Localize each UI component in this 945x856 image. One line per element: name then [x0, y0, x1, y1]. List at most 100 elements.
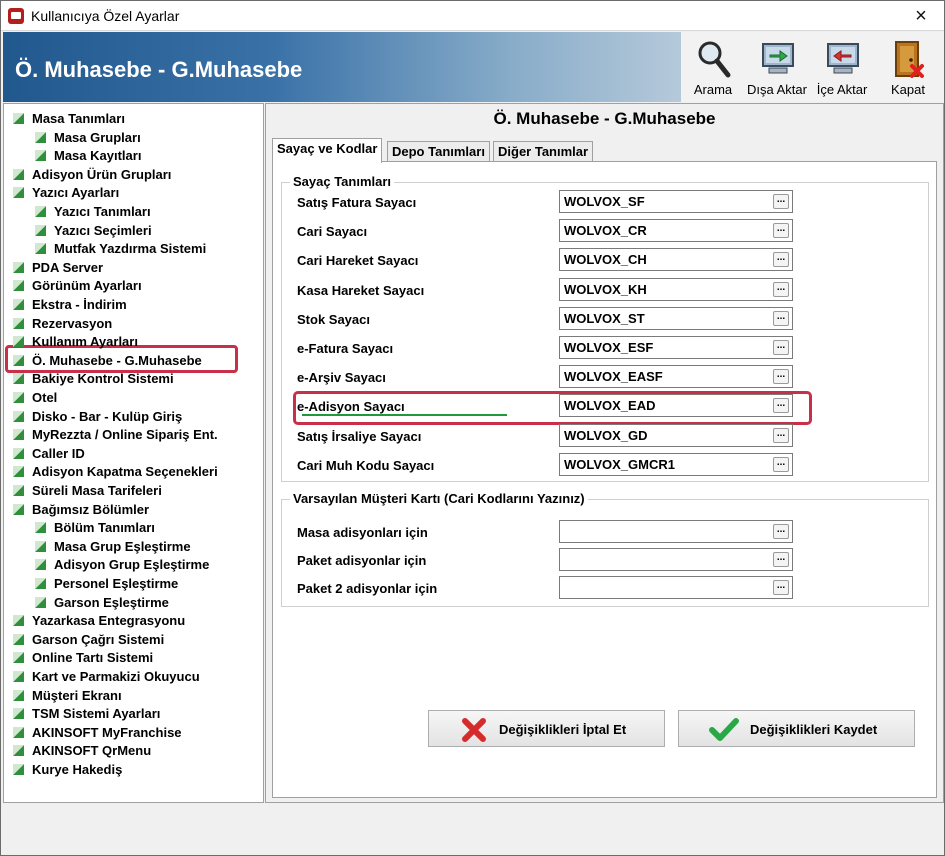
tree-item-label: Adisyon Kapatma Seçenekleri [32, 464, 218, 480]
ellipsis-button[interactable]: ... [773, 456, 789, 472]
tree-item[interactable]: Ö. Muhasebe - G.Muhasebe [12, 352, 202, 370]
counter-input[interactable]: WOLVOX_SF... [559, 190, 793, 213]
panel-title: Ö. Muhasebe - G.Muhasebe [266, 104, 943, 134]
search-button[interactable]: Arama [683, 36, 743, 98]
ellipsis-button[interactable]: ... [773, 369, 789, 385]
tree-item-label: Caller ID [32, 445, 85, 461]
counter-input[interactable]: WOLVOX_ST... [559, 306, 793, 330]
field-value: WOLVOX_ESF [564, 340, 654, 355]
tree-item[interactable]: Personel Eşleştirme [34, 575, 178, 593]
tree-item[interactable]: AKINSOFT MyFranchise [12, 724, 182, 742]
tree-item[interactable]: Masa Tanımları [12, 110, 125, 128]
import-button[interactable]: İçe Aktar [812, 36, 872, 98]
tree-item[interactable]: Kullanım Ayarları [12, 333, 138, 351]
tree-item-label: Adisyon Grup Eşleştirme [54, 557, 210, 573]
tree-item[interactable]: Ekstra - İndirim [12, 296, 127, 314]
tree-node-icon [13, 466, 24, 478]
counter-input[interactable]: WOLVOX_CR... [559, 219, 793, 243]
ellipsis-button[interactable]: ... [773, 194, 789, 209]
counter-input[interactable]: WOLVOX_CH... [559, 248, 793, 272]
tree-item[interactable]: Kurye Hakediş [12, 761, 122, 779]
cancel-changes-button[interactable]: Değişiklikleri İptal Et [428, 710, 665, 747]
counter-input[interactable]: WOLVOX_EAD... [559, 394, 793, 418]
tree-item[interactable]: Masa Grupları [34, 129, 141, 147]
green-check-icon [709, 718, 739, 741]
tree-item-label: Ö. Muhasebe - G.Muhasebe [32, 352, 202, 368]
export-button[interactable]: Dışa Aktar [747, 36, 807, 98]
tree-node-icon [35, 131, 46, 143]
ellipsis-button[interactable]: ... [773, 340, 789, 355]
tree-item[interactable]: Yazıcı Seçimleri [34, 222, 152, 240]
tree-item[interactable]: Garson Eşleştirme [34, 594, 169, 612]
field-label: Masa adisyonları için [297, 525, 428, 540]
tree-item[interactable]: Otel [12, 389, 57, 407]
ellipsis-button[interactable]: ... [773, 281, 789, 297]
counter-input[interactable]: WOLVOX_KH... [559, 277, 793, 301]
tree-item[interactable]: Masa Kayıtları [34, 147, 141, 165]
tree-item[interactable]: Bağımsız Bölümler [12, 501, 149, 519]
tree-item[interactable]: Garson Çağrı Sistemi [12, 631, 164, 649]
counter-input[interactable]: WOLVOX_GMCR1... [559, 452, 793, 476]
tree-item[interactable]: TSM Sistemi Ayarları [12, 705, 160, 723]
tree-item[interactable]: Süreli Masa Tarifeleri [12, 482, 162, 500]
tree-item-label: Görünüm Ayarları [32, 278, 142, 294]
tab-other[interactable]: Diğer Tanımlar [493, 141, 594, 162]
field-label: Cari Hareket Sayacı [297, 253, 419, 269]
field-value: WOLVOX_CH [564, 252, 647, 268]
tree-item[interactable]: Mutfak Yazdırma Sistemi [34, 240, 206, 258]
tree-item[interactable]: Kart ve Parmakizi Okuyucu [12, 668, 200, 686]
tree-item[interactable]: Adisyon Grup Eşleştirme [34, 556, 209, 574]
tree-item[interactable]: Caller ID [12, 445, 85, 463]
field-label: Satış Fatura Sayacı [297, 195, 417, 210]
field-value: WOLVOX_GMCR1 [564, 456, 675, 472]
tree-item[interactable]: Online Tartı Sistemi [12, 649, 153, 667]
save-changes-button[interactable]: Değişiklikleri Kaydet [678, 710, 915, 747]
tree-item[interactable]: Bölüm Tanımları [34, 519, 155, 537]
ellipsis-button[interactable]: ... [773, 524, 789, 539]
ellipsis-button[interactable]: ... [773, 223, 789, 239]
tree-node-icon [13, 261, 24, 273]
counter-input[interactable]: ... [559, 548, 793, 571]
tree-item[interactable]: PDA Server [12, 259, 103, 277]
ellipsis-button[interactable]: ... [773, 252, 789, 268]
tree-node-icon [35, 206, 46, 217]
close-window-button[interactable]: × [898, 1, 944, 31]
field-label: Cari Sayacı [297, 224, 368, 240]
field-value: WOLVOX_CR [564, 223, 647, 239]
tree-item[interactable]: Görünüm Ayarları [12, 277, 142, 295]
tree-node-icon [13, 299, 24, 310]
ellipsis-button[interactable]: ... [773, 427, 789, 443]
tree-item[interactable]: AKINSOFT QrMenu [12, 742, 151, 760]
counter-input[interactable]: ... [559, 576, 793, 599]
tree-node-icon [35, 243, 46, 255]
tree-node-icon [13, 689, 24, 701]
tree-item[interactable]: Disko - Bar - Kulüp Giriş [12, 408, 182, 426]
counter-input[interactable]: ... [559, 520, 793, 543]
tab-counters-codes[interactable]: Sayaç ve Kodlar [272, 138, 383, 163]
tree-item-label: AKINSOFT MyFranchise [32, 724, 182, 740]
tree-item[interactable]: Bakiye Kontrol Sistemi [12, 370, 174, 388]
ellipsis-button[interactable]: ... [773, 398, 789, 414]
tree-item[interactable]: Masa Grup Eşleştirme [34, 538, 191, 556]
counter-input[interactable]: WOLVOX_ESF... [559, 336, 793, 359]
tree-item[interactable]: MyRezzta / Online Sipariş Ent. [12, 426, 218, 444]
tree-item[interactable]: Müşteri Ekranı [12, 687, 122, 705]
field-label: e-Adisyon Sayacı [297, 399, 405, 415]
ellipsis-button[interactable]: ... [773, 552, 789, 567]
tree-item[interactable]: Adisyon Kapatma Seçenekleri [12, 463, 218, 481]
tree-item[interactable]: Adisyon Ürün Grupları [12, 166, 171, 184]
tree-item[interactable]: Yazarkasa Entegrasyonu [12, 612, 185, 630]
tab-warehouse[interactable]: Depo Tanımları [387, 141, 490, 162]
import-monitor-icon [827, 43, 859, 74]
tree-item[interactable]: Yazıcı Tanımları [34, 203, 151, 221]
tree-item[interactable]: Yazıcı Ayarları [12, 184, 119, 202]
search-label: Arama [693, 82, 733, 97]
counter-input[interactable]: WOLVOX_EASF... [559, 365, 793, 389]
ellipsis-button[interactable]: ... [773, 580, 789, 595]
tree-item[interactable]: Rezervasyon [12, 315, 112, 333]
tree-node-icon [13, 187, 24, 199]
close-button[interactable]: Kapat [878, 36, 938, 98]
ellipsis-button[interactable]: ... [773, 310, 789, 326]
counter-input[interactable]: WOLVOX_GD... [559, 423, 793, 447]
tree-item-label: Yazıcı Seçimleri [54, 222, 152, 238]
